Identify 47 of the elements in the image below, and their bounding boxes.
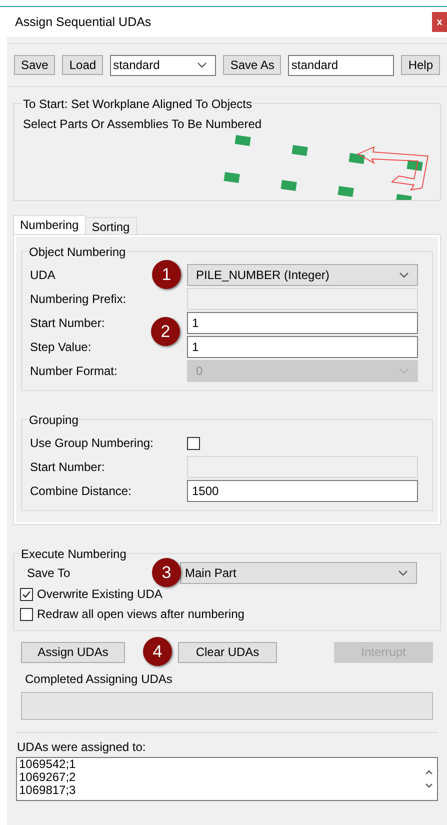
action-button[interactable]: Assign UDAs [21,642,125,662]
chevron-down-icon [399,272,409,278]
results-label: UDAs were assigned to: [17,739,146,756]
step-badge: 3 [152,558,181,587]
input-field[interactable]: 1 [187,336,418,358]
field-label: Start Number: [30,460,105,474]
result-line: 1069817;3 [19,784,76,797]
save-to-dropdown[interactable]: Main Part [180,562,417,584]
action-button[interactable]: Clear UDAs [178,642,277,662]
field-label: Save To [27,566,70,580]
field-label: UDA [30,268,56,282]
instruction-text: Select Parts Or Assemblies To Be Numbered [23,116,262,133]
step-badge: 4 [143,637,172,666]
field-label: Start Number: [30,316,105,330]
toolbar-button[interactable]: Load [62,55,104,75]
toolbar-button[interactable]: Help [401,55,440,75]
checkbox[interactable] [20,608,33,620]
chevron-down-icon [398,570,408,576]
toolbar-button[interactable]: Save [14,55,56,75]
checkbox-label: Redraw all open views after numbering [37,606,244,623]
scroll-up-icon[interactable] [424,770,432,775]
field-label: Numbering Prefix: [30,292,126,306]
input-field[interactable]: 1 [187,312,418,334]
checkbox[interactable] [187,436,200,450]
field-label: Step Value: [30,340,92,354]
status-text: Completed Assigning UDAs [25,671,172,688]
dropdown-field[interactable]: PILE_NUMBER (Integer) [187,264,418,286]
step-badge: 2 [151,317,180,346]
tab[interactable]: Sorting [86,217,137,235]
result-line: 1069542;1 [19,758,76,771]
field-label: Use Group Numbering: [30,436,154,450]
checkbox-label: Overwrite Existing UDA [37,586,162,603]
chevron-down-icon [197,62,208,68]
field-label: Combine Distance: [30,484,132,498]
preset-dropdown[interactable]: standard [110,54,216,76]
tab[interactable]: Numbering [13,215,86,235]
toolbar-button[interactable]: Save As [223,55,282,75]
input-field[interactable]: 1500 [187,480,418,502]
checkbox[interactable] [20,588,33,600]
chevron-down-icon [399,368,409,374]
step-badge: 1 [152,260,181,289]
close-button[interactable]: x [432,12,447,32]
field-label: Number Format: [30,364,118,378]
result-line: 1069267;2 [19,771,76,784]
preset-name-field[interactable]: standard [288,54,394,76]
window-title: Assign Sequential UDAs [15,14,152,31]
scroll-down-icon[interactable] [424,783,432,788]
